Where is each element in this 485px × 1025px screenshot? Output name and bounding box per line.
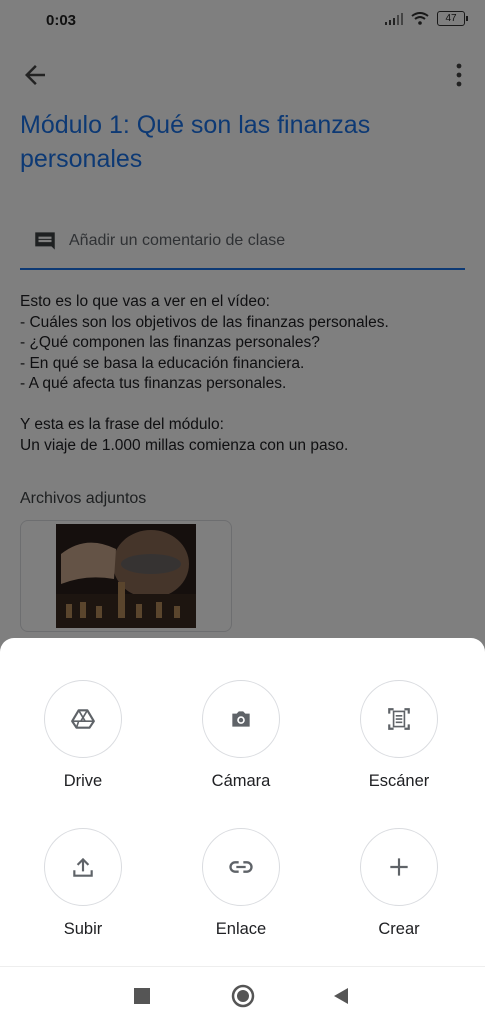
upload-icon [73,857,93,877]
link-option[interactable]: Enlace [182,828,302,948]
scanner-icon [388,708,410,730]
drive-icon [71,709,95,729]
recents-icon[interactable] [134,988,150,1004]
upload-label: Subir [63,920,103,938]
link-button[interactable] [202,828,280,906]
camera-icon [232,711,250,727]
plus-icon [390,858,408,876]
drive-option[interactable]: Drive [24,680,144,800]
create-button[interactable] [360,828,438,906]
add-attachment-sheet: Drive Cámara Escáner Subir Enlace Crear [0,638,485,966]
camera-button[interactable] [202,680,280,758]
scanner-button[interactable] [360,680,438,758]
drive-button[interactable] [44,680,122,758]
upload-button[interactable] [44,828,122,906]
scanner-label: Escáner [368,772,430,790]
drive-label: Drive [63,772,103,790]
create-option[interactable]: Crear [340,828,460,948]
system-nav-bar [0,966,485,1025]
camera-label: Cámara [211,772,271,790]
back-nav-icon[interactable] [333,987,349,1005]
scanner-option[interactable]: Escáner [340,680,460,800]
link-icon [229,861,253,873]
class-material-page: 0:03 47 Módulo 1: Qué son las finanzas p… [0,0,485,1025]
upload-option[interactable]: Subir [24,828,144,948]
link-label: Enlace [215,920,267,938]
camera-option[interactable]: Cámara [182,680,302,800]
home-icon[interactable] [231,984,255,1008]
create-label: Crear [378,920,420,938]
